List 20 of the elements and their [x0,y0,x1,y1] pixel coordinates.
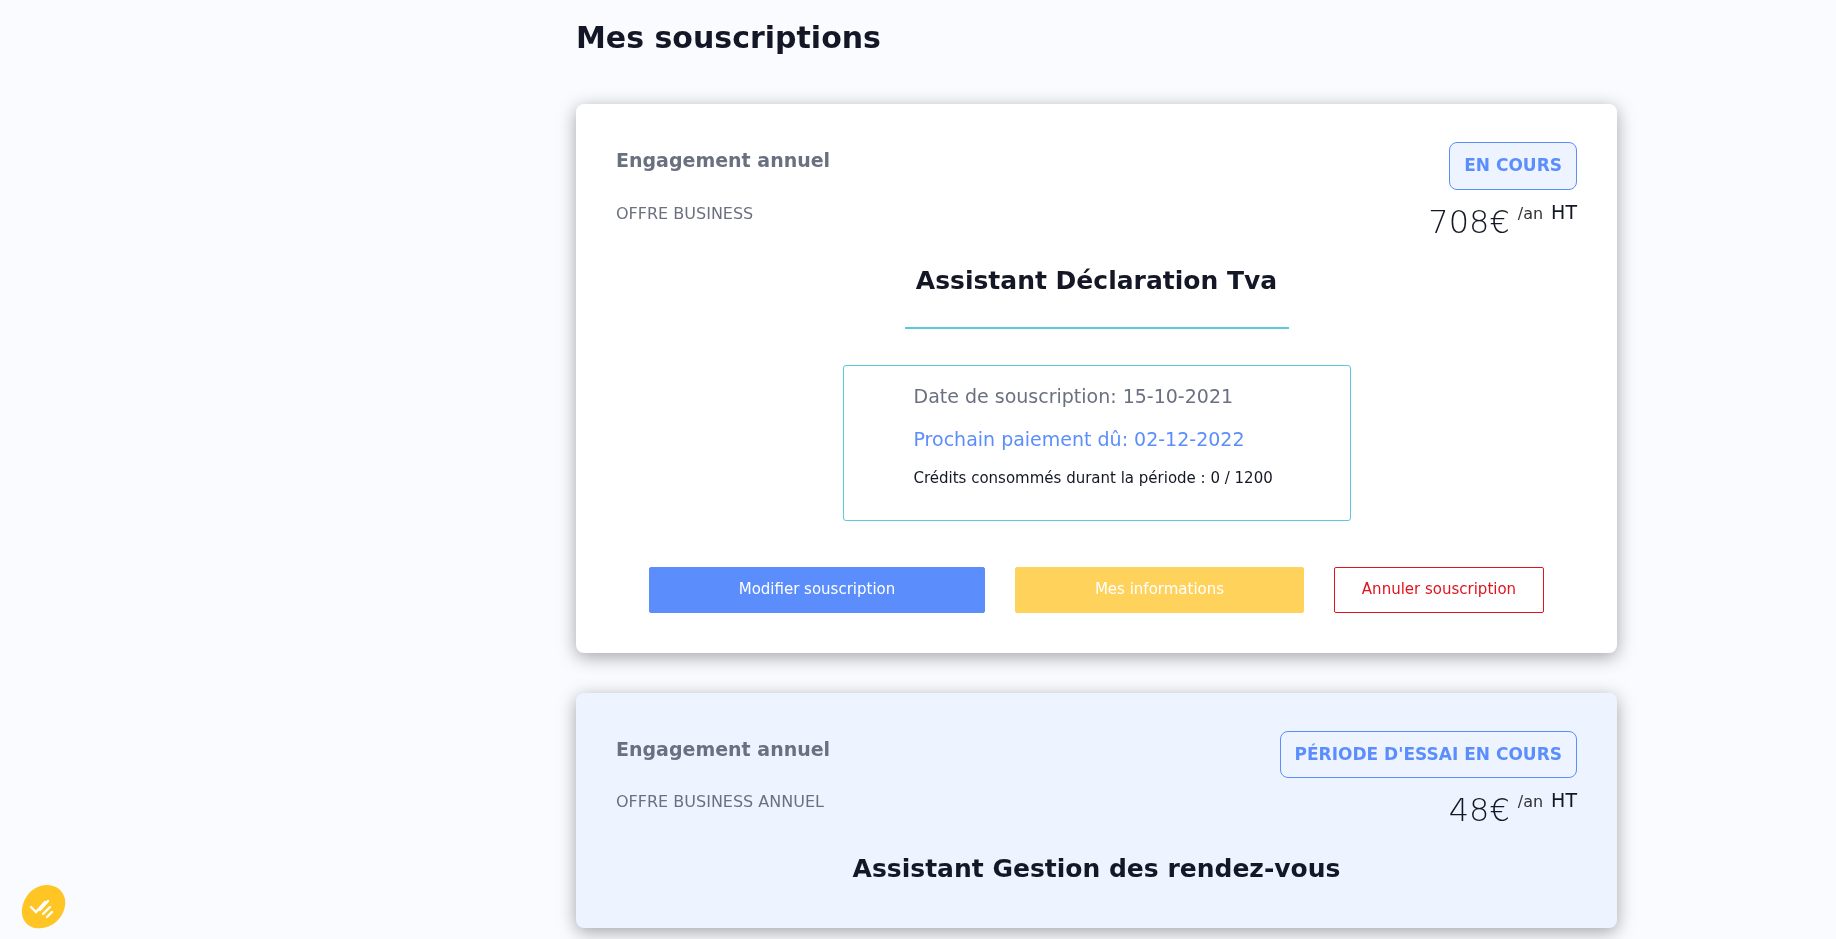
action-button[interactable]: Modifier souscription [649,566,985,613]
tax-label: HT [1551,199,1577,225]
subscription-date: Date de souscription: 15-10-2021 [913,384,1235,409]
page-title: Mes souscriptions [576,20,882,56]
price: 708€ [1428,201,1510,243]
next-payment-date: Prochain paiement dû: 02-12-2022 [913,426,1246,452]
commitment-label: Engagement annuel [616,148,831,173]
status-tag: EN COURS [1449,142,1577,190]
price-period: /an [1517,791,1544,813]
offer-name: OFFRE BUSINESS [616,202,754,225]
tax-label: HT [1551,788,1577,813]
price-period: /an [1517,202,1544,225]
offer-name: OFFRE BUSINESS ANNUEL [616,791,824,813]
product-title: Assistant Gestion des rendez-vous [851,853,1342,885]
price: 48€ [1448,790,1510,831]
product-title: Assistant Déclaration Tva [914,264,1279,297]
credits-usage: Crédits consommés durant la période : 0 / 1200 [913,468,1274,489]
commitment-label: Engagement annuel [616,736,831,762]
action-button[interactable]: Annuler souscription [1334,566,1544,613]
status-tag: PÉRIODE D'ESSAI EN COURS [1279,730,1577,778]
